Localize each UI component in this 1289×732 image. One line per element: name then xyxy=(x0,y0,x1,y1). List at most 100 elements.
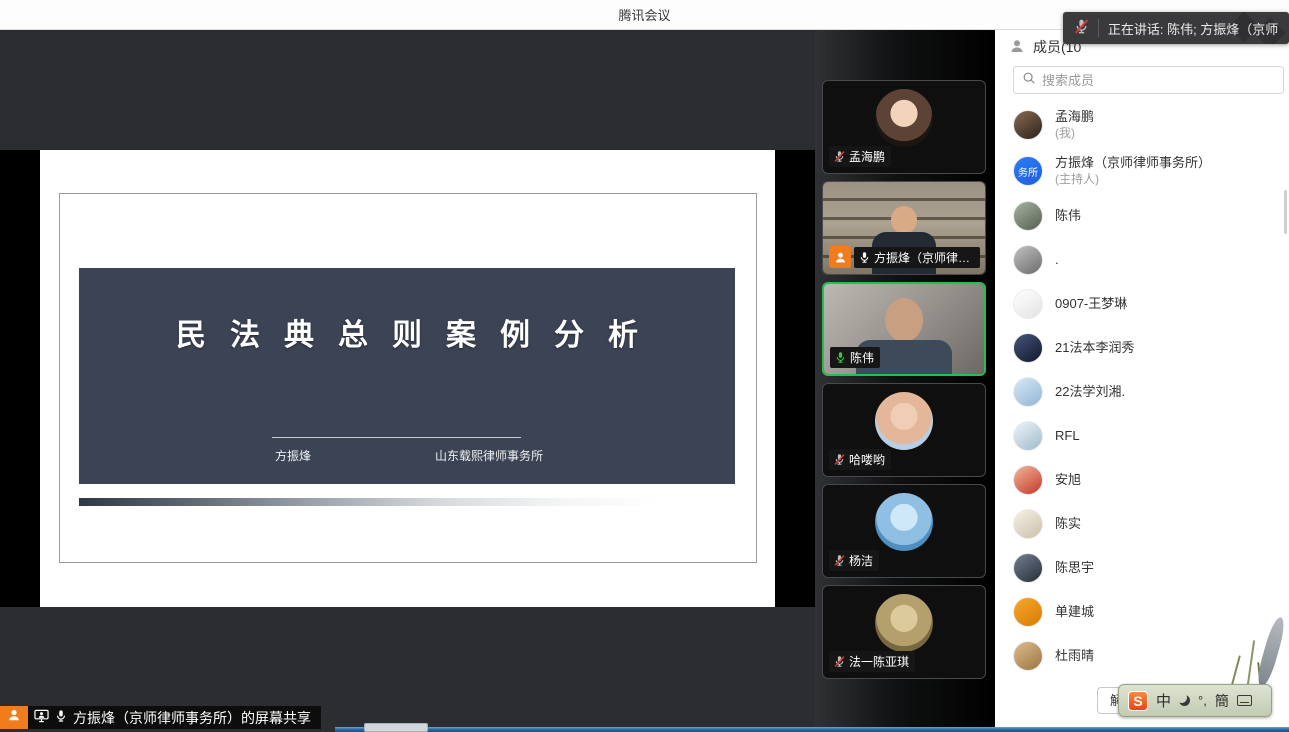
member-row[interactable]: 单建城 xyxy=(995,590,1289,634)
member-row[interactable]: 陈思宇 xyxy=(995,546,1289,590)
mic-muted-icon xyxy=(833,655,846,668)
member-avatar xyxy=(1013,377,1043,407)
speaking-toast: 正在讲话: 陈伟; 方振烽（京师… xyxy=(1063,12,1289,44)
member-name: RFL xyxy=(1055,428,1080,444)
ime-chinese-mode-button[interactable]: 中 xyxy=(1156,690,1171,711)
video-tile[interactable]: 陈伟 xyxy=(822,282,986,376)
slide-divider-line xyxy=(272,437,521,438)
member-list-scrollbar[interactable] xyxy=(1284,190,1287,234)
member-avatar xyxy=(1013,421,1043,451)
mic-on-icon xyxy=(858,251,871,264)
member-search-box[interactable] xyxy=(1013,66,1284,94)
sharing-badge xyxy=(829,246,851,268)
member-avatar xyxy=(1013,641,1043,671)
member-role: (我) xyxy=(1055,125,1094,141)
member-row[interactable]: 陈实 xyxy=(995,502,1289,546)
member-row[interactable]: . xyxy=(995,238,1289,282)
video-tile[interactable]: 杨洁 xyxy=(822,484,986,578)
sogou-logo-icon[interactable]: S xyxy=(1128,691,1148,711)
tencent-meeting-window: 腾讯会议 民法典总则案例分析 方振烽 山东载熙律师事务所 方振烽（京师律师事务所… xyxy=(0,0,1289,732)
participant-avatar xyxy=(875,89,933,147)
slide-title: 民法典总则案例分析 xyxy=(79,268,735,354)
slide-firm-name: 山东载熙律师事务所 xyxy=(435,447,543,464)
member-avatar xyxy=(1013,597,1043,627)
ime-fullwidth-moon-icon[interactable] xyxy=(1179,695,1190,706)
member-row[interactable]: 安旭 xyxy=(995,458,1289,502)
member-avatar xyxy=(1013,245,1043,275)
member-role: (主持人) xyxy=(1055,171,1211,187)
member-name: 杜雨晴 xyxy=(1055,648,1094,664)
participant-name-tag: 法一陈亚琪 xyxy=(829,651,915,672)
ime-punctuation-button[interactable]: °, xyxy=(1198,693,1207,708)
member-row[interactable]: 21法本李润秀 xyxy=(995,326,1289,370)
participant-avatar xyxy=(875,594,933,652)
video-tile[interactable]: 哈喽哟 xyxy=(822,383,986,477)
member-avatar: 务所 xyxy=(1013,156,1043,186)
member-name: 孟海鹏 xyxy=(1055,109,1094,125)
participant-name-tag: 杨洁 xyxy=(829,550,879,571)
member-name: 22法学刘湘. xyxy=(1055,384,1125,400)
members-icon xyxy=(1009,38,1025,57)
member-avatar xyxy=(1013,465,1043,495)
screen-share-indicator: 方振烽（京师律师事务所）的屏幕共享 xyxy=(0,706,321,729)
search-input[interactable] xyxy=(1042,73,1283,88)
participant-name: 陈伟 xyxy=(850,349,874,366)
member-avatar xyxy=(1013,509,1043,539)
member-avatar xyxy=(1013,553,1043,583)
mic-on-icon xyxy=(54,709,68,726)
video-tile[interactable]: 孟海鹏 xyxy=(822,80,986,174)
participant-name-tag: 陈伟 xyxy=(830,347,880,368)
member-name: 陈实 xyxy=(1055,516,1081,532)
screen-share-icon xyxy=(34,709,49,726)
slide-title-block: 民法典总则案例分析 方振烽 山东载熙律师事务所 xyxy=(79,268,735,484)
participant-name-tag: 孟海鹏 xyxy=(829,146,891,167)
member-row[interactable]: 22法学刘湘. xyxy=(995,370,1289,414)
video-thumbnail-strip: 孟海鹏方振烽（京师律师事… 陈伟哈喽哟杨洁法一陈亚琪 xyxy=(815,30,995,732)
participant-name: 孟海鹏 xyxy=(849,148,885,165)
participant-name-tag: 方振烽（京师律师事… xyxy=(854,247,980,268)
member-name: 21法本李润秀 xyxy=(1055,340,1134,356)
member-name: 单建城 xyxy=(1055,604,1094,620)
mic-muted-icon xyxy=(833,554,846,567)
ime-simplified-button[interactable]: 簡 xyxy=(1215,691,1229,711)
mic-speaking-icon xyxy=(834,351,847,364)
member-avatar xyxy=(1013,333,1043,363)
person-icon xyxy=(7,708,21,727)
member-name: 安旭 xyxy=(1055,472,1081,488)
member-name: 方振烽（京师律师事务所） xyxy=(1055,155,1211,171)
member-row[interactable]: 孟海鹏(我) xyxy=(995,102,1289,148)
share-indicator-text: 方振烽（京师律师事务所）的屏幕共享 xyxy=(73,708,311,728)
slide-gradient-bar xyxy=(79,498,735,506)
member-name: . xyxy=(1055,252,1059,268)
toast-divider xyxy=(1098,19,1099,37)
participant-avatar xyxy=(875,392,933,450)
video-tile[interactable]: 法一陈亚琪 xyxy=(822,585,986,679)
members-panel: 成员(10 孟海鹏(我)务所方振烽（京师律师事务所）(主持人)陈伟.0907-王… xyxy=(995,30,1289,732)
video-tile[interactable]: 方振烽（京师律师事… xyxy=(822,181,986,275)
member-avatar xyxy=(1013,289,1043,319)
taskbar-tab[interactable] xyxy=(364,723,428,732)
taskbar-edge[interactable] xyxy=(335,727,1289,732)
member-row[interactable]: 杜雨晴 xyxy=(995,634,1289,678)
participant-name: 法一陈亚琪 xyxy=(849,653,909,670)
ime-keyboard-icon[interactable] xyxy=(1237,695,1252,706)
member-row[interactable]: RFL xyxy=(995,414,1289,458)
shared-slide: 民法典总则案例分析 方振烽 山东载熙律师事务所 xyxy=(40,150,775,607)
participant-name: 方振烽（京师律师事… xyxy=(874,249,974,266)
member-name: 陈伟 xyxy=(1055,208,1081,224)
participant-name: 杨洁 xyxy=(849,552,873,569)
member-row[interactable]: 务所方振烽（京师律师事务所）(主持人) xyxy=(995,148,1289,194)
participant-name-tag: 哈喽哟 xyxy=(829,449,891,470)
mic-muted-icon xyxy=(833,453,846,466)
speaking-toast-text: 正在讲话: 陈伟; 方振烽（京师… xyxy=(1108,19,1279,38)
participant-avatar xyxy=(875,493,933,551)
window-title: 腾讯会议 xyxy=(618,5,670,24)
member-avatar xyxy=(1013,110,1043,140)
screen-share-stage: 民法典总则案例分析 方振烽 山东载熙律师事务所 xyxy=(0,30,815,732)
share-person-badge xyxy=(0,706,28,729)
mic-muted-icon xyxy=(1073,18,1089,38)
member-list: 孟海鹏(我)务所方振烽（京师律师事务所）(主持人)陈伟.0907-王梦琳21法本… xyxy=(995,102,1289,678)
member-row[interactable]: 陈伟 xyxy=(995,194,1289,238)
member-row[interactable]: 0907-王梦琳 xyxy=(995,282,1289,326)
sogou-ime-toolbar[interactable]: S 中 °, 簡 xyxy=(1118,684,1272,717)
